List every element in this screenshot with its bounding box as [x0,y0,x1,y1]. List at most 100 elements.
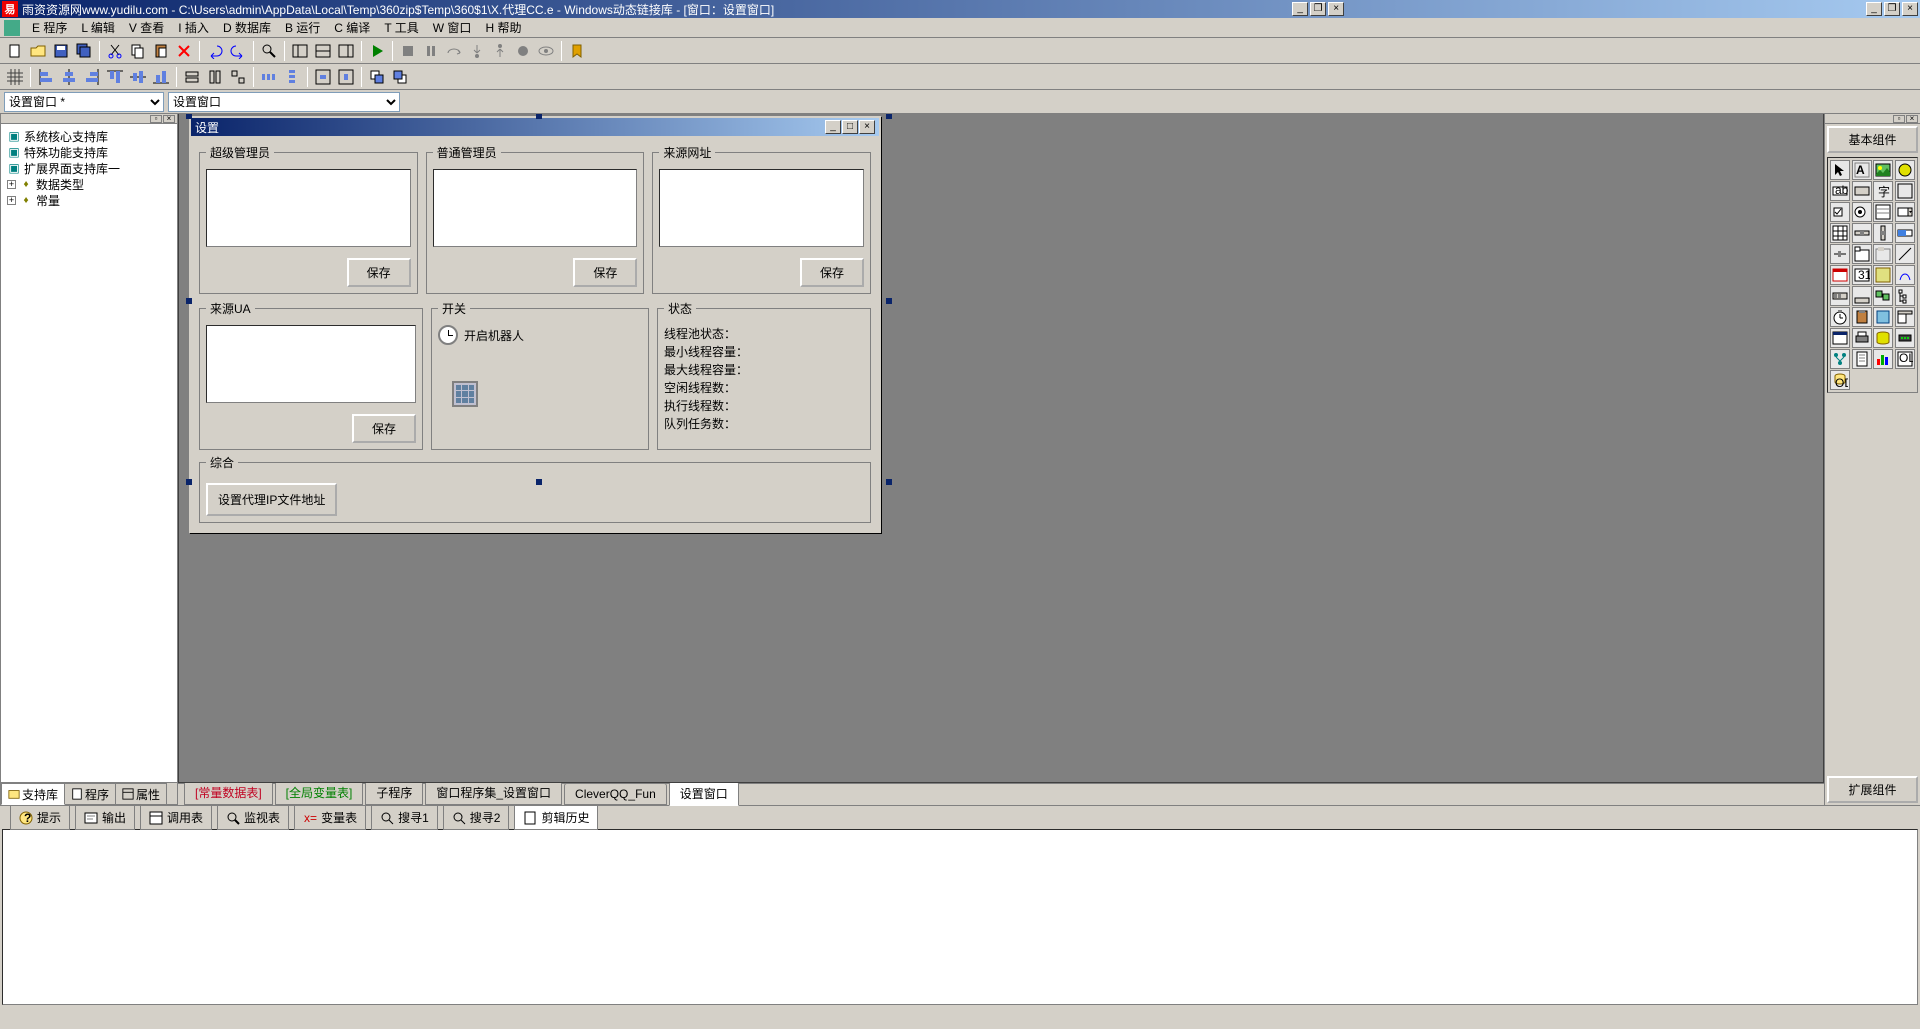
tree-node[interactable]: 系统核心支持库 [24,128,108,145]
tab-subroutines[interactable]: 子程序 [365,780,423,805]
comp-database-icon[interactable] [1873,328,1893,348]
comp-chart-icon[interactable] [1873,349,1893,369]
tb-undo[interactable] [204,40,226,62]
comp-pointer-icon[interactable] [1830,160,1850,180]
tb-paste[interactable] [150,40,172,62]
menu-run[interactable]: B 运行 [279,17,326,38]
menu-window[interactable]: W 窗口 [427,17,478,38]
comp-picture-icon[interactable] [1873,160,1893,180]
comp-checkbox-icon[interactable] [1830,202,1850,222]
tb2-grid[interactable] [4,66,26,88]
minimize-button[interactable]: _ [1866,2,1882,16]
tree-node[interactable]: 特殊功能支持库 [24,144,108,161]
comp-ole-icon[interactable]: OLE [1895,349,1915,369]
tb-watch[interactable] [535,40,557,62]
tb2-align-center-h[interactable] [58,66,80,88]
left-tab-library[interactable]: 支持库 [1,783,65,805]
comp-text-icon[interactable]: 字 [1873,181,1893,201]
comp-progress-icon[interactable] [1895,223,1915,243]
tab-const-table[interactable]: [常量数据表] [184,780,273,805]
comp-imagelist-icon[interactable] [1873,286,1893,306]
bottom-tab-watch[interactable]: 监视表 [217,805,289,830]
comp-slider-icon[interactable] [1830,244,1850,264]
tb2-same-size[interactable] [227,66,249,88]
tb2-center-win-v[interactable] [335,66,357,88]
tb-stepout[interactable] [489,40,511,62]
comp-line-icon[interactable] [1895,244,1915,264]
comp-label-icon[interactable]: A [1852,160,1872,180]
comp-common-dlg-icon[interactable] [1830,328,1850,348]
comp-radio-icon[interactable] [1852,202,1872,222]
extended-components-button[interactable]: 扩展组件 [1827,776,1918,803]
tab-cleverqq[interactable]: CleverQQ_Fun [564,783,667,805]
expand-icon[interactable]: + [7,180,16,189]
combo-right[interactable]: 设置窗口 [168,92,400,112]
tb-cut[interactable] [104,40,126,62]
tb-copy[interactable] [127,40,149,62]
comp-timer-icon[interactable] [1830,307,1850,327]
comp-report-icon[interactable] [1852,349,1872,369]
tb-layout1[interactable] [289,40,311,62]
comp-listbox-icon[interactable] [1873,202,1893,222]
tb2-space-h[interactable] [258,66,280,88]
comp-tabctrl-icon[interactable] [1852,244,1872,264]
comp-calendar-icon[interactable] [1830,265,1850,285]
super-admin-textarea[interactable] [206,169,411,247]
comp-toolbar-icon[interactable] [1830,286,1850,306]
tb-layout2[interactable] [312,40,334,62]
comp-statusbar-icon[interactable] [1852,286,1872,306]
source-url-textarea[interactable] [659,169,864,247]
save-button-3[interactable]: 保存 [800,258,864,287]
output-panel[interactable] [2,829,1918,1005]
comp-menu-icon[interactable] [1895,307,1915,327]
tb-open[interactable] [27,40,49,62]
tab-window-set[interactable]: 窗口程序集_设置窗口 [425,780,562,805]
bottom-tab-search1[interactable]: 搜寻1 [371,805,438,830]
tb-bookmark[interactable] [566,40,588,62]
form-max-button[interactable]: □ [842,120,858,134]
library-tree[interactable]: 系统核心支持库 特殊功能支持库 扩展界面支持库一 +数据类型 +常量 [1,124,177,782]
bottom-tab-calltable[interactable]: 调用表 [140,805,212,830]
left-tab-properties[interactable]: 属性 [115,783,167,804]
mdi-close-button[interactable]: × [1328,2,1344,16]
right-panel-close-icon[interactable]: × [1906,115,1918,123]
comp-datepick-icon[interactable]: 31 [1852,265,1872,285]
tb-run[interactable] [366,40,388,62]
tb2-align-bottom[interactable] [150,66,172,88]
comp-panel-icon[interactable] [1895,181,1915,201]
tb-redo[interactable] [227,40,249,62]
bottom-tab-search2[interactable]: 搜寻2 [443,805,510,830]
save-button-2[interactable]: 保存 [573,258,637,287]
comp-grid-icon[interactable] [1830,223,1850,243]
mdi-minimize-button[interactable]: _ [1292,2,1308,16]
form-close-button[interactable]: × [859,120,875,134]
tb2-align-top[interactable] [104,66,126,88]
tb-stop[interactable] [397,40,419,62]
basic-components-button[interactable]: 基本组件 [1827,126,1918,153]
tb2-same-height[interactable] [204,66,226,88]
comp-treeview-icon[interactable] [1895,286,1915,306]
comp-edit-icon[interactable]: ab [1830,181,1850,201]
save-button-4[interactable]: 保存 [352,414,416,443]
tb2-align-right[interactable] [81,66,103,88]
tb-save[interactable] [50,40,72,62]
menu-tools[interactable]: T 工具 [378,17,424,38]
design-form[interactable]: 设置 _ □ × 超级管理员 保存 [189,116,881,533]
bottom-tab-output[interactable]: 输出 [75,805,135,830]
tb-pause[interactable] [420,40,442,62]
tb-new[interactable] [4,40,26,62]
tb2-center-win-h[interactable] [312,66,334,88]
menu-insert[interactable]: I 插入 [172,17,215,38]
comp-button-icon[interactable] [1852,181,1872,201]
tb-saveall[interactable] [73,40,95,62]
set-proxy-ip-file-button[interactable]: 设置代理IP文件地址 [206,483,337,516]
source-ua-textarea[interactable] [206,325,416,403]
comp-image2-icon[interactable] [1873,265,1893,285]
left-tab-program[interactable]: 程序 [64,783,116,804]
tb-stepin[interactable] [466,40,488,62]
comp-frame-icon[interactable] [1873,244,1893,264]
left-panel-close-icon[interactable]: × [163,115,175,123]
tab-globals[interactable]: [全局变量表] [275,780,364,805]
comp-tree2-icon[interactable] [1830,349,1850,369]
tb2-to-front[interactable] [366,66,388,88]
